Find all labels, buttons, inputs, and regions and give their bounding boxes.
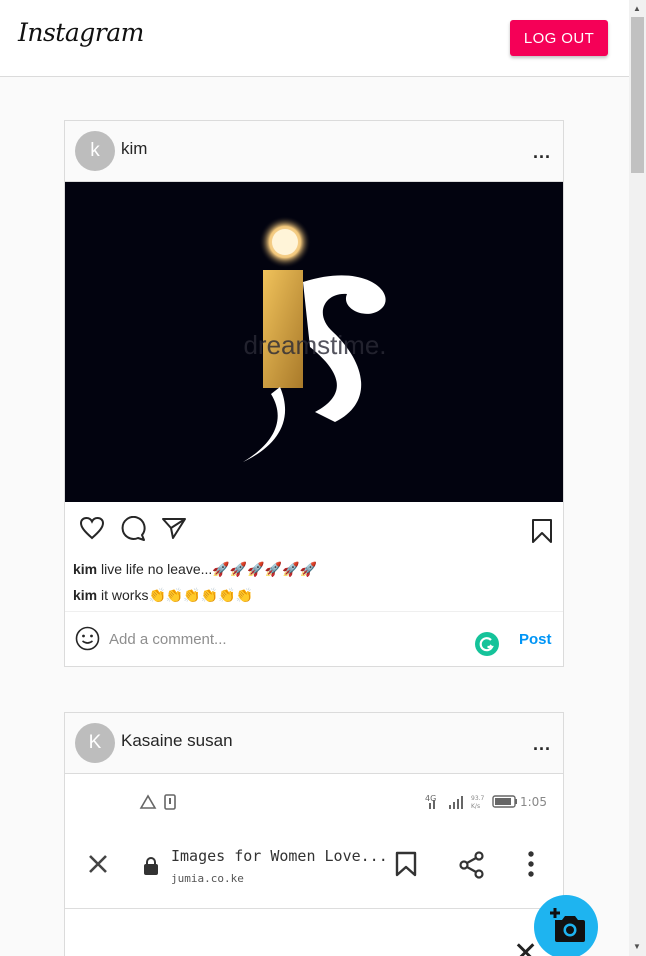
close-icon[interactable]: ✕	[513, 939, 538, 956]
avatar[interactable]: K	[75, 723, 115, 763]
post-image[interactable]: dreamstime.	[65, 182, 563, 502]
scrollbar-thumb[interactable]	[631, 17, 644, 173]
logout-button[interactable]: LOG OUT	[510, 20, 608, 56]
heart-icon[interactable]	[79, 516, 105, 545]
scrollbar[interactable]: ▲ ▼	[629, 0, 646, 956]
add-photo-button[interactable]	[534, 895, 598, 956]
send-icon[interactable]	[161, 516, 187, 545]
comment-input[interactable]	[109, 626, 449, 652]
more-options-icon[interactable]: ...	[533, 734, 551, 755]
comment-username[interactable]: kim	[73, 561, 97, 577]
lock-icon	[143, 857, 159, 880]
add-comment-section: Post	[65, 611, 563, 666]
scroll-up-arrow-icon[interactable]: ▲	[633, 4, 641, 13]
post-header: K Kasaine susan ...	[65, 713, 563, 774]
scroll-down-arrow-icon[interactable]: ▼	[633, 942, 641, 951]
post-card: k kim ... dreamstime. kim live life no l…	[64, 120, 564, 667]
more-options-icon[interactable]: ...	[533, 142, 551, 163]
post-comment-button[interactable]: Post	[519, 631, 552, 648]
instagram-logo[interactable]: Instagram	[18, 18, 144, 47]
comment-text: it works👏👏👏👏👏👏	[101, 587, 254, 603]
top-navbar: Instagram LOG OUT	[0, 0, 629, 77]
browser-page-title: Images for Women Love...	[171, 847, 388, 865]
browser-page-domain: jumia.co.ke	[171, 872, 244, 885]
post-header: k kim ...	[65, 121, 563, 182]
more-vert-icon[interactable]	[527, 851, 535, 882]
status-time: 1:05	[520, 795, 547, 809]
status-icons-right: 4G 93.7 K/s	[425, 794, 517, 810]
emoji-icon[interactable]	[75, 626, 100, 656]
bookmark-icon[interactable]	[531, 518, 553, 549]
post-image[interactable]: 4G 93.7 K/s 1:05 Images for Women Love..…	[65, 774, 563, 956]
post-username[interactable]: Kasaine susan	[121, 731, 233, 751]
comment-line: kim live life no leave...🚀🚀🚀🚀🚀🚀	[73, 561, 317, 578]
post-actions	[65, 515, 563, 549]
comment-line: kim it works👏👏👏👏👏👏	[73, 587, 253, 604]
browser-bar: Images for Women Love... jumia.co.ke	[65, 829, 563, 909]
share-icon[interactable]	[458, 851, 486, 884]
close-icon[interactable]	[87, 853, 109, 880]
comment-icon[interactable]	[120, 515, 146, 547]
bookmark-icon[interactable]	[395, 851, 417, 882]
avatar[interactable]: k	[75, 131, 115, 171]
post-username[interactable]: kim	[121, 139, 147, 159]
image-watermark: dreamstime.	[243, 330, 386, 360]
grammarly-icon[interactable]	[475, 632, 499, 656]
svg-text:93.7: 93.7	[471, 795, 485, 802]
add-photo-icon	[546, 907, 586, 948]
svg-text:K/s: K/s	[471, 803, 480, 810]
status-icons-left	[139, 794, 176, 810]
post-card: K Kasaine susan ... 4G 93.7 K/s 1:05 Ima…	[64, 712, 564, 956]
comment-text: live life no leave...🚀🚀🚀🚀🚀🚀	[101, 561, 317, 577]
phone-status-bar: 4G 93.7 K/s 1:05	[65, 774, 563, 829]
comment-username[interactable]: kim	[73, 587, 97, 603]
